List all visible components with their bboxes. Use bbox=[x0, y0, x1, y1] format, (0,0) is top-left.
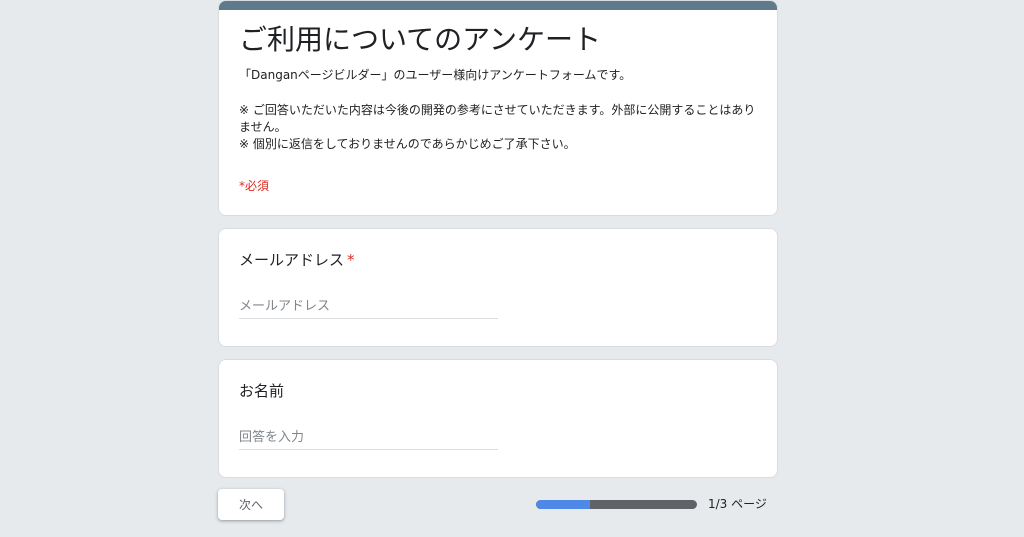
form-accent-bar bbox=[219, 1, 777, 10]
question-title-text: メールアドレス bbox=[239, 251, 345, 269]
question-title: お名前 bbox=[239, 380, 284, 402]
name-field[interactable] bbox=[239, 426, 498, 450]
email-field[interactable] bbox=[239, 295, 498, 319]
form-description-line: 「Danganページビルダー」のユーザー様向けアンケートフォームです。 bbox=[239, 68, 632, 82]
question-title: メールアドレス * bbox=[239, 249, 355, 271]
progress-text: 1/3 ページ bbox=[708, 497, 767, 511]
form-description-line: ※ ご回答いただいた内容は今後の開発の参考にさせていただきます。外部に公開するこ… bbox=[239, 103, 756, 134]
required-note: *必須 bbox=[239, 179, 270, 193]
progress-bar bbox=[536, 500, 697, 509]
question-card-email: メールアドレス * bbox=[218, 228, 778, 347]
progress-bar-fill bbox=[536, 500, 590, 509]
form-container: ご利用についてのアンケート 「Danganページビルダー」のユーザー様向けアンケ… bbox=[218, 0, 778, 520]
form-description-line: ※ 個別に返信をしておりませんのであらかじめご了承下さい。 bbox=[239, 137, 576, 151]
required-star: * bbox=[347, 251, 355, 269]
next-button[interactable]: 次へ bbox=[218, 489, 284, 520]
question-title-text: お名前 bbox=[239, 382, 285, 400]
form-title: ご利用についてのアンケート bbox=[239, 23, 602, 56]
form-description: 「Danganページビルダー」のユーザー様向けアンケートフォームです。 ※ ご回… bbox=[239, 67, 761, 153]
question-card-name: お名前 bbox=[218, 359, 778, 478]
form-header-card: ご利用についてのアンケート 「Danganページビルダー」のユーザー様向けアンケ… bbox=[218, 0, 778, 216]
